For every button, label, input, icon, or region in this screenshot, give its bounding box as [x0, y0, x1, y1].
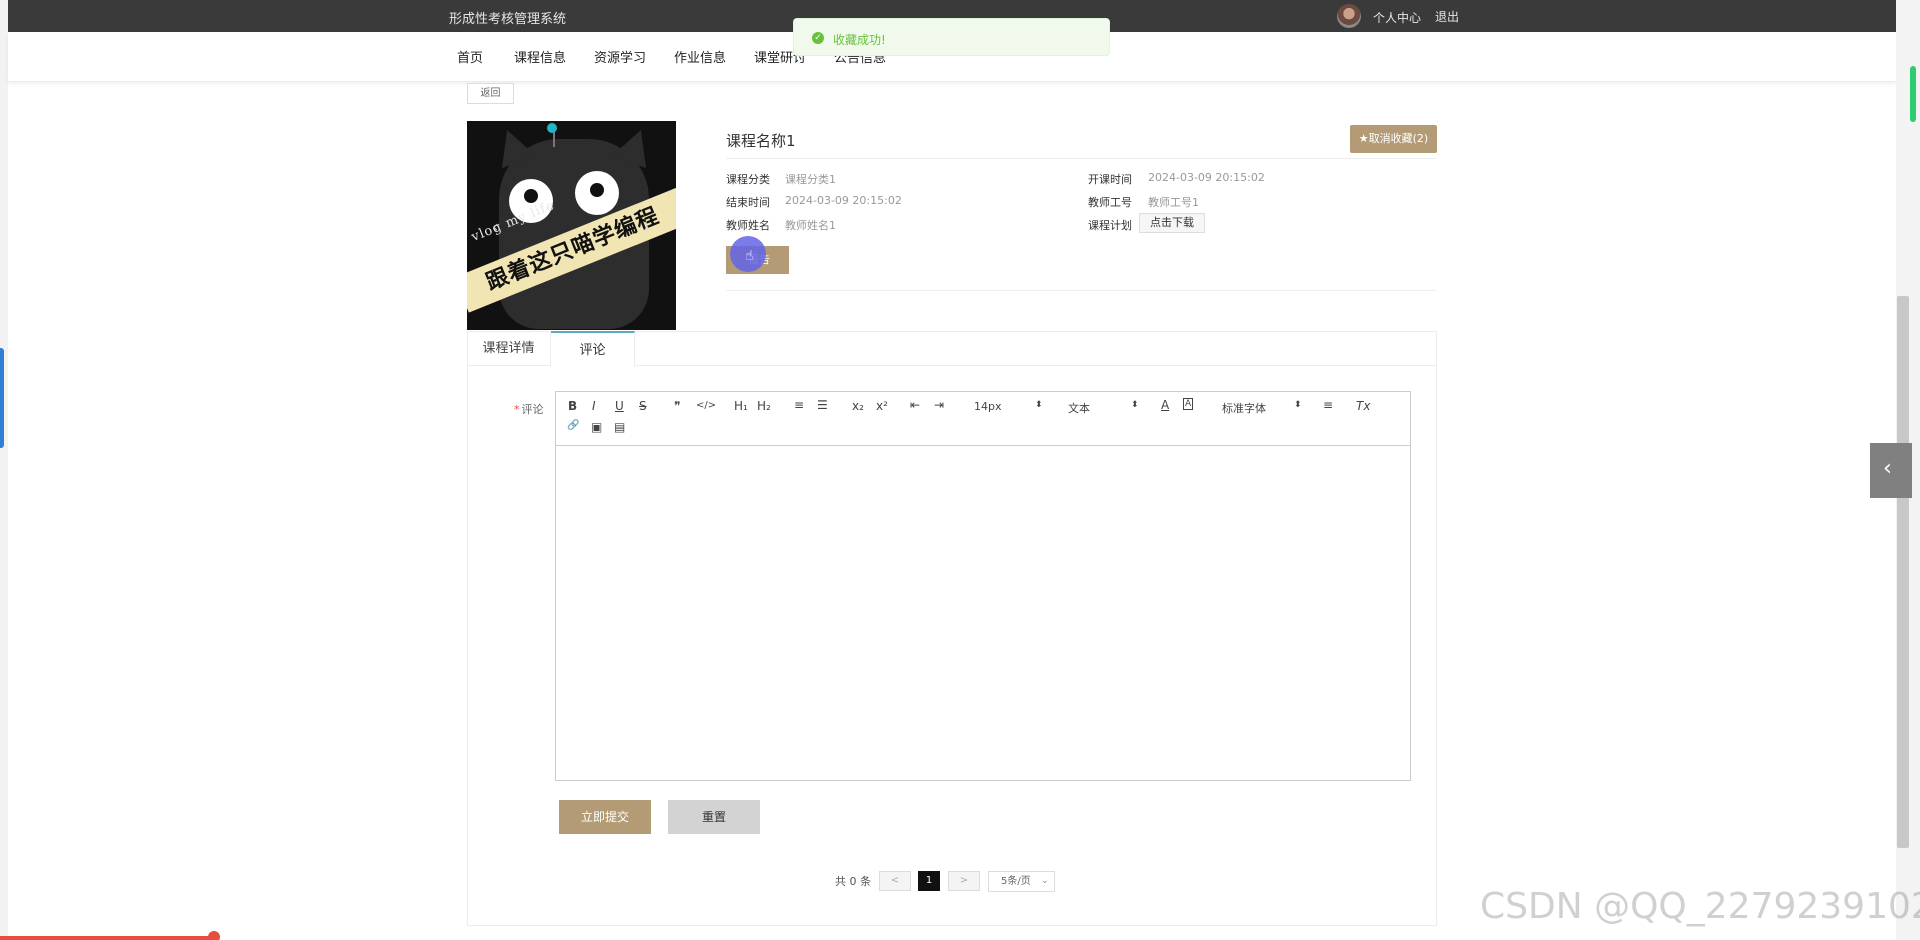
header-select[interactable]: 文本: [1068, 400, 1090, 416]
page-size-select[interactable]: 5条/页 ⌄: [988, 871, 1055, 892]
left-edge: [0, 0, 8, 940]
cat-eye-right: [575, 171, 619, 215]
h1-icon[interactable]: H₁: [734, 399, 748, 413]
logout-link[interactable]: 退出: [1435, 8, 1459, 25]
browser-viewport: 形成性考核管理系统 个人中心 退出 首页 课程信息 资源学习 作业信息 课堂研讨…: [0, 0, 1920, 940]
info-divider: [726, 158, 1437, 159]
quote-icon[interactable]: ❞: [674, 399, 680, 413]
bullet-list-icon[interactable]: ☰: [817, 398, 828, 412]
category-value: 课程分类1: [785, 173, 836, 186]
course-title: 课程名称1: [726, 132, 796, 150]
teacher-no-label: 教师工号: [1088, 196, 1132, 209]
carousel-next-icon[interactable]: ›: [643, 217, 649, 236]
required-mark: *: [514, 403, 520, 416]
font-select-arrow-icon: ⬍: [1294, 400, 1302, 410]
align-icon[interactable]: ≡: [1323, 398, 1333, 412]
indent-icon[interactable]: ⇥: [934, 398, 944, 412]
font-size-select[interactable]: 14px: [974, 400, 1002, 413]
teacher-name-label: 教师姓名: [726, 219, 770, 232]
prev-page-button[interactable]: <: [879, 871, 911, 891]
tab-comments[interactable]: 评论: [551, 331, 635, 367]
outdent-icon[interactable]: ⇤: [910, 398, 920, 412]
plan-label: 课程计划: [1088, 219, 1132, 232]
h2-icon[interactable]: H₂: [757, 399, 771, 413]
tab-course-detail[interactable]: 课程详情: [467, 331, 551, 366]
superscript-icon[interactable]: x²: [876, 399, 888, 413]
clear-format-icon[interactable]: Tx: [1356, 399, 1370, 413]
user-center-link[interactable]: 个人中心: [1373, 9, 1421, 26]
tab-bar: 课程详情 评论: [467, 331, 1437, 367]
nav-item-homework[interactable]: 作业信息: [674, 47, 726, 66]
chevron-left-icon: ‹: [1883, 456, 1892, 481]
start-time-value: 2024-03-09 20:15:02: [1148, 171, 1265, 184]
next-page-button[interactable]: >: [948, 871, 980, 891]
rich-text-editor: B I U S ❞ </> H₁ H₂ ≡ ☰ x₂ x² ⇤ ⇥ 14px ⬍…: [555, 391, 1411, 781]
nav-item-home[interactable]: 首页: [457, 47, 483, 66]
watermark: CSDN @QQ_2279239102: [1480, 886, 1920, 927]
scrollbar-thumb[interactable]: [1897, 296, 1909, 848]
editor-toolbar: B I U S ❞ </> H₁ H₂ ≡ ☰ x₂ x² ⇤ ⇥ 14px ⬍…: [556, 392, 1410, 446]
end-time-value: 2024-03-09 20:15:02: [785, 194, 902, 207]
bottom-progress-bar: [0, 936, 210, 940]
font-family-select[interactable]: 标准字体: [1222, 400, 1266, 416]
side-drawer-toggle[interactable]: ‹: [1870, 443, 1912, 498]
user-avatar[interactable]: [1337, 4, 1361, 28]
underline-icon[interactable]: U: [615, 399, 624, 413]
reset-button[interactable]: 重置: [668, 800, 760, 834]
header-select-arrow-icon: ⬍: [1131, 400, 1139, 410]
course-image-carousel[interactable]: vlog my life 跟着这只喵学编程 ‹ ›: [467, 121, 676, 330]
background-color-icon[interactable]: A: [1183, 398, 1194, 410]
nav-item-resources[interactable]: 资源学习: [594, 47, 646, 66]
unfavorite-button[interactable]: ★取消收藏(2): [1350, 125, 1437, 153]
comment-field-label: * 评论: [514, 401, 544, 417]
toast-message: 收藏成功!: [833, 33, 886, 47]
font-color-icon[interactable]: A: [1161, 398, 1169, 412]
subscript-icon[interactable]: x₂: [852, 399, 864, 413]
code-icon[interactable]: </>: [696, 400, 716, 411]
site-title: 形成性考核管理系统: [449, 12, 567, 27]
bottom-progress-dot: [208, 931, 220, 940]
bold-icon[interactable]: B: [568, 399, 577, 413]
cat-antenna-dot: [547, 123, 557, 133]
success-toast: ✓ 收藏成功!: [793, 18, 1110, 56]
comment-label-text: 评论: [521, 403, 544, 416]
left-side-tab[interactable]: [0, 348, 4, 448]
pagination-total: 共 0 条: [835, 875, 871, 888]
current-page[interactable]: 1: [918, 871, 940, 891]
submit-button[interactable]: 立即提交: [559, 800, 651, 834]
image-icon[interactable]: ▣: [591, 420, 602, 434]
ordered-list-icon[interactable]: ≡: [794, 398, 804, 412]
editor-content-area[interactable]: [556, 447, 1410, 780]
end-time-label: 结束时间: [726, 196, 770, 209]
size-select-arrow-icon: ⬍: [1035, 400, 1043, 410]
link-icon[interactable]: 🔗: [567, 420, 579, 431]
nav-item-course-info[interactable]: 课程信息: [514, 47, 566, 66]
category-label: 课程分类: [726, 173, 770, 186]
start-time-label: 开课时间: [1088, 173, 1132, 186]
teacher-name-value: 教师姓名1: [785, 219, 836, 232]
hand-cursor-icon: ☝: [745, 248, 754, 264]
info-divider: [726, 290, 1437, 291]
check-circle-icon: ✓: [812, 32, 824, 44]
strike-icon[interactable]: S: [639, 399, 647, 413]
video-icon[interactable]: ▤: [614, 420, 625, 434]
scroll-indicator: [1910, 66, 1916, 122]
carousel-prev-icon[interactable]: ‹: [492, 217, 498, 236]
chevron-down-icon: ⌄: [1041, 876, 1049, 886]
page-size-value: 5条/页: [1001, 876, 1031, 887]
italic-icon[interactable]: I: [592, 399, 596, 413]
download-plan-button[interactable]: 点击下载: [1139, 213, 1205, 233]
back-button[interactable]: 返回: [467, 83, 514, 104]
teacher-no-value: 教师工号1: [1148, 196, 1199, 209]
